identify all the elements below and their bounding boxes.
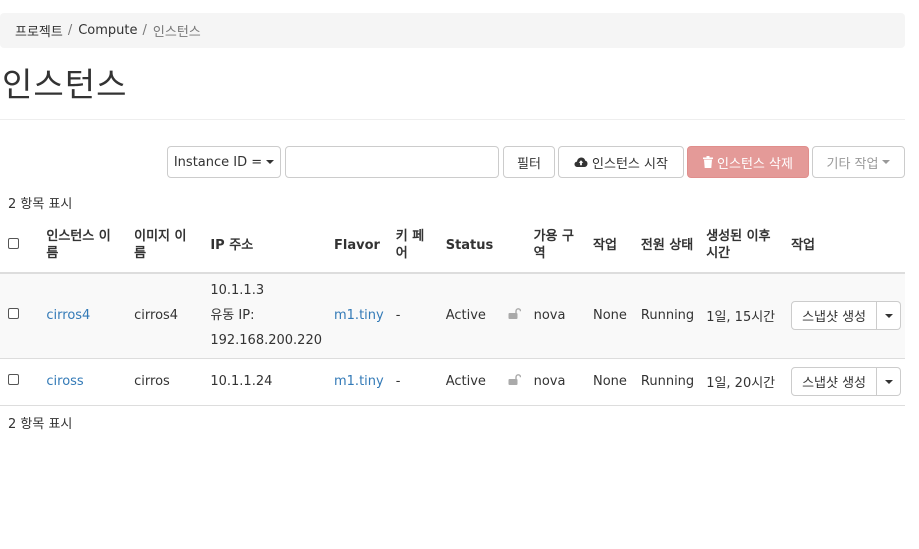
image-name: cirros [126, 357, 203, 406]
availability-zone: nova [525, 357, 585, 406]
power-state: Running [632, 273, 699, 358]
task-state: None [584, 357, 633, 406]
ip-address: 10.1.1.3 [210, 283, 265, 299]
floating-ip-address: 192.168.200.220 [210, 333, 322, 349]
filter-field-select[interactable]: Instance ID = [167, 146, 281, 178]
col-header-ip[interactable]: IP 주소 [202, 218, 326, 274]
col-header-actions: 작업 [783, 218, 905, 274]
power-state: Running [632, 357, 699, 406]
flavor-cell: m1.tiny [326, 273, 388, 358]
row-checkbox[interactable] [8, 374, 19, 385]
create-snapshot-button[interactable]: 스냅샷 생성 [791, 367, 877, 396]
page-title: 인스턴스 [2, 65, 128, 104]
instance-name-link[interactable]: cirros4 [46, 308, 90, 323]
actions-cell: 스냅샷 생성 [783, 357, 905, 406]
breadcrumb-compute[interactable]: Compute [78, 23, 137, 38]
instance-name-cell: ciross [38, 357, 127, 406]
row-actions-group: 스냅샷 생성 [791, 367, 901, 396]
divider [0, 119, 905, 120]
instance-name-cell: cirros4 [38, 273, 127, 358]
col-header-name[interactable]: 인스턴스 이름 [38, 218, 127, 274]
ip-address-cell: 10.1.1.3 유동 IP: 192.168.200.220 [202, 273, 326, 358]
status-cell: Active [437, 273, 526, 358]
key-pair: - [387, 357, 438, 406]
instances-table: 인스턴스 이름 이미지 이름 IP 주소 Flavor 키 페어 Status … [0, 218, 905, 406]
col-header-az[interactable]: 가용 구역 [525, 218, 585, 274]
actions-cell: 스냅샷 생성 [783, 273, 905, 358]
col-header-task[interactable]: 작업 [584, 218, 633, 274]
col-header-age[interactable]: 생성된 이후 시간 [698, 218, 784, 274]
status-cell: Active [437, 357, 526, 406]
image-name: cirros4 [126, 273, 203, 358]
flavor-link[interactable]: m1.tiny [334, 308, 384, 323]
row-actions-group: 스냅샷 생성 [791, 301, 901, 331]
more-actions-label: 기타 작업 [826, 156, 879, 172]
table-header-row: 인스턴스 이름 이미지 이름 IP 주소 Flavor 키 페어 Status … [0, 218, 905, 274]
item-count-bottom: 2 항목 표시 [8, 417, 73, 432]
instance-name-link[interactable]: ciross [46, 374, 83, 389]
launch-instance-label: 인스턴스 시작 [592, 156, 668, 172]
row-select-cell [0, 357, 39, 406]
col-header-power[interactable]: 전원 상태 [632, 218, 699, 274]
breadcrumb-separator: / [67, 23, 73, 38]
status-text: Active [445, 308, 486, 324]
caret-down-icon [884, 379, 893, 384]
key-pair: - [387, 273, 438, 358]
col-header-image[interactable]: 이미지 이름 [126, 218, 203, 274]
cloud-upload-icon [574, 156, 588, 168]
row-checkbox[interactable] [8, 308, 19, 320]
breadcrumb-project[interactable]: 프로젝트 [15, 21, 63, 40]
col-header-status[interactable]: Status [437, 218, 526, 274]
col-header-flavor[interactable]: Flavor [326, 218, 388, 274]
caret-down-icon [882, 160, 891, 164]
row-actions-dropdown-toggle[interactable] [877, 301, 901, 331]
row-actions-dropdown-toggle[interactable] [877, 367, 901, 396]
breadcrumb-separator: / [142, 23, 147, 38]
unlock-icon [508, 308, 522, 320]
col-header-keypair[interactable]: 키 페어 [387, 218, 438, 274]
trash-icon [703, 156, 714, 168]
caret-down-icon [884, 313, 893, 318]
status-text: Active [445, 374, 486, 389]
row-select-cell [0, 273, 39, 358]
breadcrumb: 프로젝트 / Compute / 인스턴스 [0, 13, 905, 48]
filter-button-label: 필터 [517, 156, 541, 172]
caret-down-icon [266, 160, 275, 164]
launch-instance-button[interactable]: 인스턴스 시작 [558, 146, 684, 178]
delete-instances-label: 인스턴스 삭제 [717, 156, 793, 172]
age: 1일, 20시간 [698, 357, 784, 406]
filter-button[interactable]: 필터 [503, 146, 555, 178]
create-snapshot-button[interactable]: 스냅샷 생성 [791, 301, 877, 331]
table-row: ciross cirros 10.1.1.24 m1.tiny - Active… [0, 357, 905, 406]
ip-address-cell: 10.1.1.24 [202, 357, 326, 406]
age: 1일, 15시간 [698, 273, 784, 358]
unlock-icon [508, 374, 522, 385]
breadcrumb-instances: 인스턴스 [152, 25, 201, 40]
item-count-top: 2 항목 표시 [8, 197, 73, 212]
select-all-checkbox[interactable] [8, 237, 19, 249]
floating-ip-label: 유동 IP: [210, 308, 255, 324]
table-row: cirros4 cirros4 10.1.1.3 유동 IP: 192.168.… [0, 273, 905, 358]
task-state: None [584, 273, 633, 358]
availability-zone: nova [525, 273, 585, 358]
select-all-cell [0, 218, 39, 274]
delete-instances-button[interactable]: 인스턴스 삭제 [687, 146, 809, 178]
flavor-cell: m1.tiny [326, 357, 388, 406]
ip-address: 10.1.1.24 [210, 374, 273, 389]
filter-field-label: Instance ID = [173, 154, 263, 170]
filter-input[interactable] [285, 146, 499, 178]
flavor-link[interactable]: m1.tiny [334, 374, 384, 389]
more-actions-button[interactable]: 기타 작업 [812, 146, 905, 178]
